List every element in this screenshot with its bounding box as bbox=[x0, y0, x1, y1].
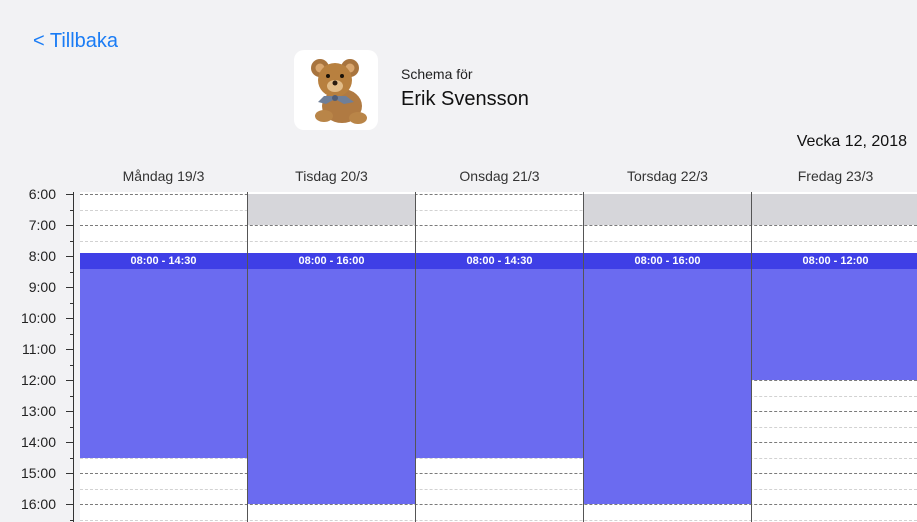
time-label: 10:00 bbox=[20, 310, 56, 326]
day-column-separator bbox=[751, 192, 752, 522]
shift-time-label: 08:00 - 12:00 bbox=[752, 253, 917, 269]
unavailable-block bbox=[752, 194, 917, 225]
half-hour-gridline bbox=[80, 240, 917, 242]
time-label: 14:00 bbox=[20, 434, 56, 450]
shift-block[interactable]: 08:00 - 12:00 bbox=[752, 253, 917, 380]
half-hour-gridline bbox=[80, 519, 917, 521]
day-header-thursday: Torsdag 22/3 bbox=[627, 168, 708, 184]
time-label: 12:00 bbox=[20, 372, 56, 388]
shift-block[interactable]: 08:00 - 14:30 bbox=[416, 253, 583, 458]
day-column-separator bbox=[415, 192, 416, 522]
time-label: 16:00 bbox=[20, 496, 56, 512]
shift-time-label: 08:00 - 14:30 bbox=[416, 253, 583, 269]
week-label: Vecka 12, 2018 bbox=[796, 133, 907, 150]
shift-time-label: 08:00 - 16:00 bbox=[584, 253, 751, 269]
schedule-for-label: Schema för bbox=[401, 66, 473, 82]
time-label: 9:00 bbox=[28, 279, 56, 295]
avatar bbox=[294, 50, 378, 130]
shift-time-label: 08:00 - 14:30 bbox=[80, 253, 247, 269]
shift-block[interactable]: 08:00 - 16:00 bbox=[248, 253, 415, 504]
day-column-separator bbox=[247, 192, 248, 522]
time-axis-line bbox=[73, 192, 74, 522]
day-header-friday: Fredag 23/3 bbox=[797, 168, 874, 184]
day-header-monday: Måndag 19/3 bbox=[122, 168, 205, 184]
shift-block[interactable]: 08:00 - 14:30 bbox=[80, 253, 247, 458]
shift-block[interactable]: 08:00 - 16:00 bbox=[584, 253, 751, 504]
unavailable-block bbox=[584, 194, 751, 225]
day-header-wednesday: Onsdag 21/3 bbox=[459, 168, 540, 184]
person-name: Erik Svensson bbox=[401, 88, 529, 110]
time-label: 13:00 bbox=[20, 403, 56, 419]
teddy-bear-icon bbox=[311, 59, 367, 124]
schedule-grid: 08:00 - 14:30 08:00 - 16:00 08:00 - 14:30 0… bbox=[80, 192, 917, 522]
shift-time-label: 08:00 - 16:00 bbox=[248, 253, 415, 269]
time-label: 11:00 bbox=[22, 341, 56, 357]
time-label: 7:00 bbox=[28, 217, 56, 233]
time-label: 8:00 bbox=[28, 248, 56, 264]
day-column-separator bbox=[583, 192, 584, 522]
hour-gridline bbox=[80, 473, 917, 474]
back-button[interactable]: < Tillbaka bbox=[33, 30, 118, 53]
time-label: 6:00 bbox=[28, 186, 56, 202]
hour-gridline bbox=[80, 504, 917, 505]
half-hour-gridline bbox=[80, 488, 917, 490]
time-label: 15:00 bbox=[20, 465, 56, 481]
half-hour-gridline bbox=[80, 457, 917, 459]
unavailable-block bbox=[248, 194, 415, 225]
day-header-tuesday: Tisdag 20/3 bbox=[295, 168, 368, 184]
hour-gridline bbox=[80, 225, 917, 226]
